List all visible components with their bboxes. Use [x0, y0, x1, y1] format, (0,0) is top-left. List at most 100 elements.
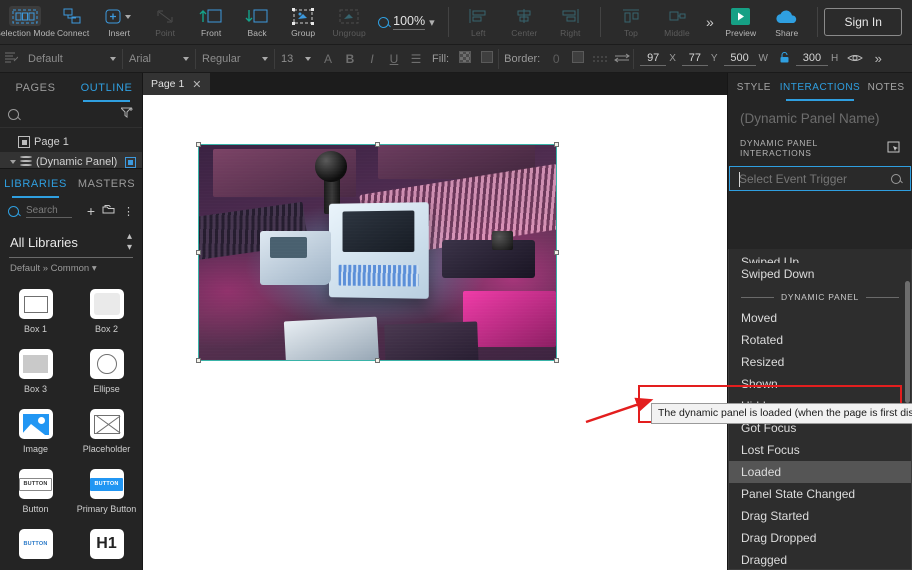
border-style-icon[interactable] [589, 52, 611, 66]
toolbar-connect[interactable]: Connect [50, 0, 96, 45]
bold-icon[interactable]: B [339, 52, 361, 66]
resize-handle-n[interactable] [374, 142, 380, 147]
toolbar-align-middle[interactable]: Middle [654, 0, 700, 45]
tab-libraries[interactable]: LIBRARIES [0, 169, 71, 198]
dropdown-item-drag-dropped[interactable]: Drag Dropped [729, 527, 911, 549]
panel-name-input[interactable]: (Dynamic Panel Name) [728, 101, 912, 138]
font-color-icon[interactable]: A [317, 52, 339, 66]
x-input[interactable]: 97 [640, 52, 667, 66]
border-width-value[interactable]: 0 [545, 52, 567, 66]
toolbar-align-top[interactable]: Top [608, 0, 654, 45]
dropdown-item-shown[interactable]: Shown [729, 373, 911, 395]
canvas-tab-page-1[interactable]: Page 1 ✕ [143, 73, 210, 95]
library-search-input[interactable]: Search [26, 205, 72, 218]
toolbar-point[interactable]: Point [142, 0, 188, 45]
sign-in-button[interactable]: Sign In [824, 8, 903, 36]
y-input[interactable]: 77 [681, 52, 708, 66]
stylebar-overflow-button[interactable]: » [866, 51, 888, 66]
widget-ellipse[interactable]: Ellipse [71, 342, 142, 400]
more-vertical-icon[interactable]: ⋮ [123, 205, 134, 218]
widget-link-button[interactable]: BUTTON [0, 522, 71, 570]
toolbar-insert[interactable]: Insert [96, 0, 142, 45]
toolbar-front[interactable]: Front [188, 0, 234, 45]
resize-handle-e[interactable] [554, 249, 559, 255]
dropdown-item-swiped-up[interactable]: Swiped Up [729, 249, 911, 263]
dropdown-item-lost-focus[interactable]: Lost Focus [729, 439, 911, 461]
tab-style[interactable]: STYLE [728, 73, 780, 101]
dropdown-item-label: Swiped Up [741, 255, 800, 263]
dropdown-item-moved[interactable]: Moved [729, 307, 911, 329]
tab-masters[interactable]: MASTERS [71, 169, 142, 198]
target-cursor-icon[interactable] [887, 141, 900, 156]
design-canvas[interactable] [143, 95, 727, 570]
plus-icon[interactable]: + [87, 203, 95, 219]
search-icon[interactable] [891, 173, 901, 184]
resize-handle-w[interactable] [196, 249, 201, 255]
resize-handle-s[interactable] [374, 358, 380, 363]
toolbar-align-center[interactable]: Center [501, 0, 547, 45]
font-weight-dropdown[interactable]: Regular [196, 45, 274, 73]
dropdown-item-resized[interactable]: Resized [729, 351, 911, 373]
toolbar-group[interactable]: Group [280, 0, 326, 45]
toolbar-ungroup[interactable]: Ungroup [326, 0, 372, 45]
fill-color-swatch[interactable] [476, 51, 498, 66]
tab-pages[interactable]: PAGES [0, 73, 71, 102]
tab-outline[interactable]: OUTLINE [71, 73, 142, 102]
tab-notes[interactable]: NOTES [860, 73, 912, 101]
lock-icon[interactable] [774, 51, 796, 66]
tab-interactions[interactable]: INTERACTIONS [780, 73, 860, 101]
widget-image[interactable]: Image [0, 402, 71, 460]
widget-h1[interactable]: H1 [71, 522, 142, 570]
font-family-dropdown[interactable]: Arial [123, 45, 195, 73]
dropdown-item-dragged[interactable]: Dragged [729, 549, 911, 569]
resize-handle-se[interactable] [554, 358, 559, 363]
selected-widget-wrapper[interactable] [196, 142, 559, 363]
italic-icon[interactable]: I [361, 52, 383, 66]
toolbar-preview[interactable]: Preview [718, 0, 764, 45]
eye-icon[interactable] [844, 52, 866, 66]
resize-handle-nw[interactable] [196, 142, 201, 147]
height-input[interactable]: 300 [795, 52, 828, 66]
tree-item-dynamic-panel[interactable]: (Dynamic Panel) [0, 152, 142, 168]
library-breadcrumb[interactable]: Default » Common ▾ [0, 258, 142, 280]
widget-box-3[interactable]: Box 3 [0, 342, 71, 400]
event-trigger-input[interactable]: Select Event Trigger [729, 166, 911, 191]
dropdown-item-swiped-down[interactable]: Swiped Down [729, 263, 911, 285]
toolbar-share[interactable]: Share [764, 0, 810, 45]
resize-handle-ne[interactable] [554, 142, 559, 147]
dynamic-panel-badge[interactable] [125, 156, 136, 168]
dropdown-item-drag-started[interactable]: Drag Started [729, 505, 911, 527]
folder-icon[interactable] [102, 202, 116, 220]
tree-item-page-1[interactable]: Page 1 [0, 132, 142, 152]
dropdown-scrollbar[interactable] [905, 281, 910, 403]
resize-handle-sw[interactable] [196, 358, 201, 363]
close-icon[interactable]: ✕ [192, 78, 201, 91]
widget-primary-button[interactable]: BUTTON Primary Button [71, 462, 142, 520]
border-color-swatch[interactable] [567, 51, 589, 66]
list-icon[interactable]: ☰ [405, 52, 427, 66]
toolbar-overflow-button[interactable]: » [700, 14, 718, 30]
style-preset-dropdown[interactable]: Default [22, 45, 122, 73]
font-size-dropdown[interactable]: 13 [275, 45, 317, 73]
widget-placeholder[interactable]: Placeholder [71, 402, 142, 460]
zoom-control[interactable]: 100% ▾ [372, 14, 441, 30]
widget-box-1[interactable]: Box 1 [0, 282, 71, 340]
widget-box-2[interactable]: Box 2 [71, 282, 142, 340]
toolbar-align-right[interactable]: Right [547, 0, 593, 45]
fill-swatch[interactable] [454, 51, 476, 66]
dropdown-item-panel-state-changed[interactable]: Panel State Changed [729, 483, 911, 505]
toolbar-back[interactable]: Back [234, 0, 280, 45]
underline-icon[interactable]: U [383, 52, 405, 66]
tree-toggle[interactable] [10, 160, 16, 164]
library-selector[interactable]: All Libraries ▴ ▾ [0, 224, 142, 257]
toolbar-selection-mode[interactable]: Selection Mode [0, 0, 55, 45]
width-input[interactable]: 500 [723, 52, 756, 66]
retro-computing-photo[interactable] [198, 144, 557, 361]
toolbar-align-left[interactable]: Left [455, 0, 501, 45]
dropdown-item-rotated[interactable]: Rotated [729, 329, 911, 351]
chevron-updown-icon: ▴ ▾ [126, 231, 132, 253]
widget-button[interactable]: BUTTON Button [0, 462, 71, 520]
filter-icon[interactable] [119, 107, 134, 122]
dropdown-item-loaded[interactable]: Loaded [729, 461, 911, 483]
arrow-style-icon[interactable] [611, 52, 633, 66]
